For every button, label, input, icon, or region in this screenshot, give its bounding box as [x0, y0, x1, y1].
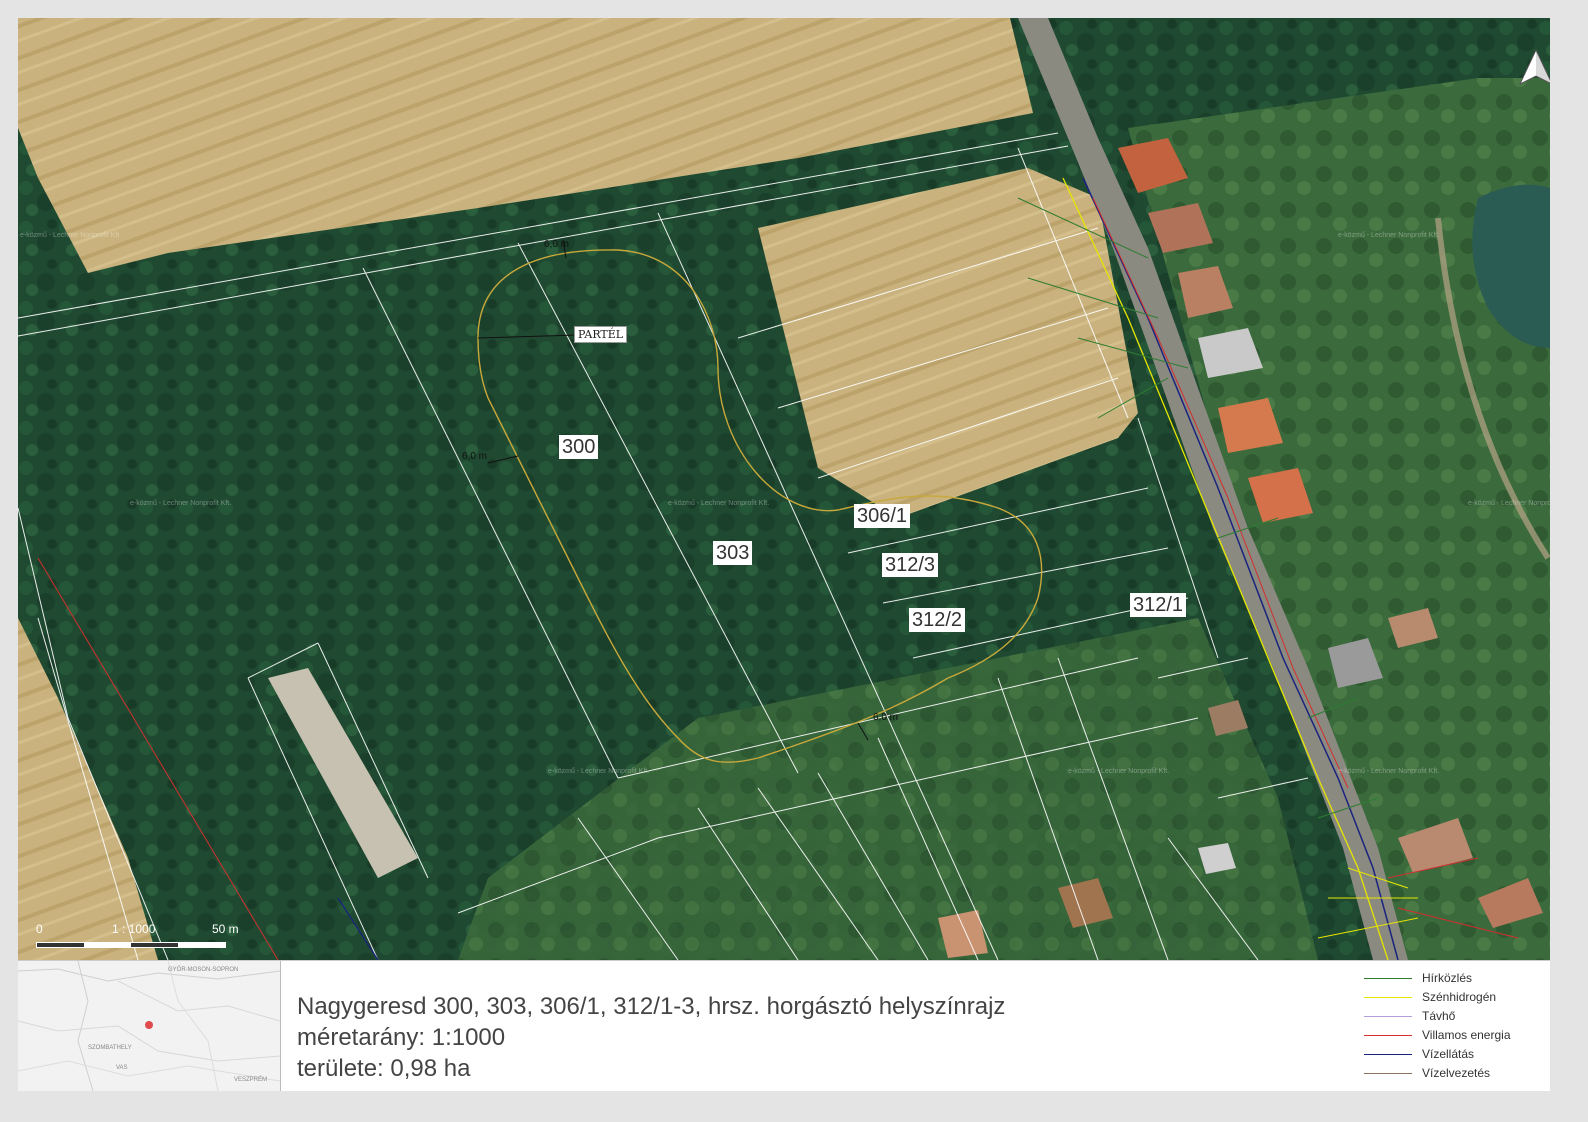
watermark: e-közmű - Lechner Nonprofit Kft.	[1338, 232, 1440, 239]
legend-label: Villamos energia	[1422, 1028, 1511, 1042]
map-title-block: Nagygeresd 300, 303, 306/1, 312/1-3, hrs…	[297, 991, 1005, 1084]
legend-label: Hírközlés	[1422, 971, 1473, 985]
legend-swatch	[1364, 978, 1412, 979]
legend-label: Szénhidrogén	[1422, 990, 1497, 1004]
legend-label: Vízelvezetés	[1422, 1066, 1491, 1080]
watermark: e-közmű - Lechner Nonprofit Kft.	[20, 232, 122, 239]
legend-swatch	[1364, 1054, 1412, 1055]
location-marker-icon	[145, 1021, 153, 1029]
watermark: e-közmű - Lechner Nonprofit Kft.	[1338, 768, 1440, 775]
parcel-label-312-1[interactable]: 312/1	[1130, 593, 1187, 617]
legend-swatch	[1364, 1016, 1412, 1017]
scale-start: 0	[36, 922, 43, 936]
scale-bar-track	[36, 942, 226, 948]
parcel-label-306-1[interactable]: 306/1	[854, 504, 911, 528]
map-footer: GYŐR-MOSON-SOPRON SZOMBATHELY VAS VESZPR…	[18, 960, 1550, 1091]
map-area-text: területe: 0,98 ha	[297, 1055, 471, 1082]
locator-inset-map[interactable]: GYŐR-MOSON-SOPRON SZOMBATHELY VAS VESZPR…	[18, 961, 281, 1091]
parcel-label-312-3[interactable]: 312/3	[882, 553, 939, 577]
legend-item-villamos: Villamos energia	[1358, 1026, 1548, 1045]
dimension-label: 6,0 m	[462, 451, 488, 462]
parcel-label-312-2[interactable]: 312/2	[909, 608, 966, 632]
watermark: e-közmű - Lechner Nonprofit Kft.	[1068, 768, 1170, 775]
utility-legend: Hírközlés Szénhidrogén Távhő Villamos en…	[1358, 969, 1548, 1083]
scale-end: 50 m	[212, 922, 239, 936]
dimension-label: 6,0 m	[544, 239, 570, 250]
dimension-label: 6,0 m	[873, 712, 899, 723]
legend-item-szenhidrogen: Szénhidrogén	[1358, 988, 1548, 1007]
parcel-label-303[interactable]: 303	[713, 541, 753, 565]
legend-item-hirkozles: Hírközlés	[1358, 969, 1548, 988]
watermark: e-közmű - Lechner Nonprofit Kft.	[668, 500, 770, 507]
legend-label: Vízellátás	[1422, 1047, 1475, 1061]
inset-county-label: GYŐR-MOSON-SOPRON	[168, 967, 239, 973]
legend-item-vizelvezetes: Vízelvezetés	[1358, 1064, 1548, 1083]
parcel-label-300[interactable]: 300	[559, 435, 599, 459]
inset-county-label: VAS	[116, 1065, 128, 1071]
map-canvas	[18, 18, 1550, 960]
inset-county-label: VESZPRÉM	[234, 1077, 268, 1083]
watermark: e-közmű - Lechner Nonprofit Kft.	[130, 500, 232, 507]
north-arrow-icon	[1516, 48, 1550, 88]
legend-swatch	[1364, 1073, 1412, 1074]
legend-swatch	[1364, 1035, 1412, 1036]
scale-bar: 0 1 : 1000 50 m	[36, 922, 246, 960]
inset-county-label: SZOMBATHELY	[88, 1045, 132, 1051]
legend-item-tavho: Távhő	[1358, 1007, 1548, 1026]
aerial-map[interactable]: e-közmű - Lechner Nonprofit Kft. e-közmű…	[18, 18, 1550, 960]
watermark: e-közmű - Lechner Nonprofit Kft.	[548, 768, 650, 775]
legend-item-vizellatas: Vízellátás	[1358, 1045, 1548, 1064]
inset-map-canvas	[18, 961, 280, 1091]
legend-label: Távhő	[1422, 1009, 1456, 1023]
map-scale-text: méretarány: 1:1000	[297, 1024, 506, 1051]
watermark: e-közmű - Lechner Nonprofit Kft.	[1468, 500, 1550, 507]
scale-ratio: 1 : 1000	[112, 922, 156, 936]
map-title: Nagygeresd 300, 303, 306/1, 312/1-3, hrs…	[297, 993, 1006, 1020]
legend-swatch	[1364, 997, 1412, 998]
partel-label: PARTÉL	[574, 326, 628, 343]
